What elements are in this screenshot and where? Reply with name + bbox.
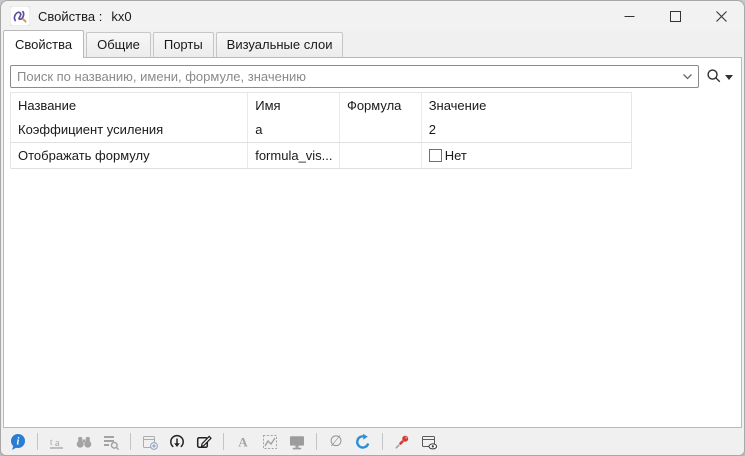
svg-text:A: A <box>238 434 248 449</box>
svg-text:a: a <box>55 438 60 449</box>
pin-icon <box>393 433 411 451</box>
table-header-row: Название Имя Формула Значение <box>11 93 631 117</box>
cell-formula <box>340 143 422 168</box>
graph-icon <box>261 433 279 451</box>
pin-button[interactable] <box>391 431 413 453</box>
window-add-icon <box>141 433 159 451</box>
tab-properties[interactable]: Свойства <box>3 30 84 58</box>
table-row[interactable]: Отображать формулу formula_vis... Нет <box>11 143 631 169</box>
binoculars-icon <box>75 433 93 451</box>
maximize-button[interactable] <box>652 1 698 31</box>
toolbar-separator <box>316 433 317 450</box>
title-bar: Свойства : kx0 <box>1 1 744 31</box>
window-title: Свойства : kx0 <box>38 9 132 24</box>
close-button[interactable] <box>698 1 744 31</box>
table-eye-icon <box>420 433 438 451</box>
cell-id: formula_vis... <box>248 143 340 168</box>
window-title-label: Свойства : <box>38 9 102 24</box>
column-header-name[interactable]: Название <box>11 93 248 117</box>
clear-button[interactable]: ∅ <box>325 431 347 453</box>
window-controls <box>606 1 744 31</box>
column-header-formula[interactable]: Формула <box>340 93 422 117</box>
list-search-icon <box>102 433 120 451</box>
minimize-icon <box>624 11 635 22</box>
download-icon <box>168 433 186 451</box>
toolbar-separator <box>37 433 38 450</box>
table-row[interactable]: Коэффициент усиления a 2 <box>11 117 631 143</box>
column-header-id[interactable]: Имя <box>248 93 340 117</box>
search-row <box>10 64 736 88</box>
svg-text:i: i <box>17 436 20 447</box>
window-add-button[interactable] <box>139 431 161 453</box>
cell-name: Отображать формулу <box>11 143 248 168</box>
empty-set-icon: ∅ <box>329 434 342 449</box>
toolbar-separator <box>223 433 224 450</box>
display-button[interactable] <box>286 431 308 453</box>
info-button[interactable]: i <box>7 431 29 453</box>
minimize-button[interactable] <box>606 1 652 31</box>
edit-button[interactable] <box>193 431 215 453</box>
maximize-icon <box>670 11 681 22</box>
bottom-toolbar: i t a <box>1 428 744 455</box>
search-input[interactable] <box>10 65 699 88</box>
search-dropdown-arrow-icon <box>725 75 733 80</box>
properties-table: Название Имя Формула Значение Коэффициен… <box>10 92 632 169</box>
font-a-icon: A <box>234 433 252 451</box>
find-button[interactable] <box>73 431 95 453</box>
tab-ports[interactable]: Порты <box>153 32 214 57</box>
cell-value-checkbox: Нет <box>422 143 631 168</box>
svg-text:t: t <box>50 437 53 447</box>
info-icon: i <box>9 433 27 451</box>
cell-formula <box>340 117 422 142</box>
checkbox-unchecked[interactable] <box>429 149 442 162</box>
properties-tab-page: Название Имя Формула Значение Коэффициен… <box>3 57 742 428</box>
graph-button[interactable] <box>259 431 281 453</box>
column-header-value[interactable]: Значение <box>422 93 631 117</box>
window-title-value: kx0 <box>111 9 131 24</box>
tab-visual-layers[interactable]: Визуальные слои <box>216 32 344 57</box>
import-button[interactable] <box>166 431 188 453</box>
refresh-icon <box>354 433 372 451</box>
show-hidden-button[interactable] <box>418 431 440 453</box>
chevron-down-icon[interactable] <box>682 73 693 81</box>
search-icon <box>706 68 722 84</box>
cell-id: a <box>248 117 340 142</box>
tab-strip: Свойства Общие Порты Визуальные слои <box>1 31 744 57</box>
edit-icon <box>195 433 213 451</box>
font-button[interactable]: A <box>232 431 254 453</box>
close-icon <box>716 11 727 22</box>
tab-general[interactable]: Общие <box>86 32 151 57</box>
checkbox-label: Нет <box>445 148 467 163</box>
toolbar-separator <box>382 433 383 450</box>
display-icon <box>288 433 306 451</box>
cell-name: Коэффициент усиления <box>11 117 248 142</box>
rename-icon: t a <box>48 433 66 451</box>
toolbar-separator <box>130 433 131 450</box>
properties-window: Свойства : kx0 Свойства Общие Порты Визу… <box>0 0 745 456</box>
search-options-button[interactable] <box>702 64 736 88</box>
rename-button[interactable]: t a <box>46 431 68 453</box>
list-search-button[interactable] <box>100 431 122 453</box>
refresh-button[interactable] <box>352 431 374 453</box>
cell-value[interactable]: 2 <box>422 117 631 142</box>
app-logo-icon <box>10 6 30 26</box>
